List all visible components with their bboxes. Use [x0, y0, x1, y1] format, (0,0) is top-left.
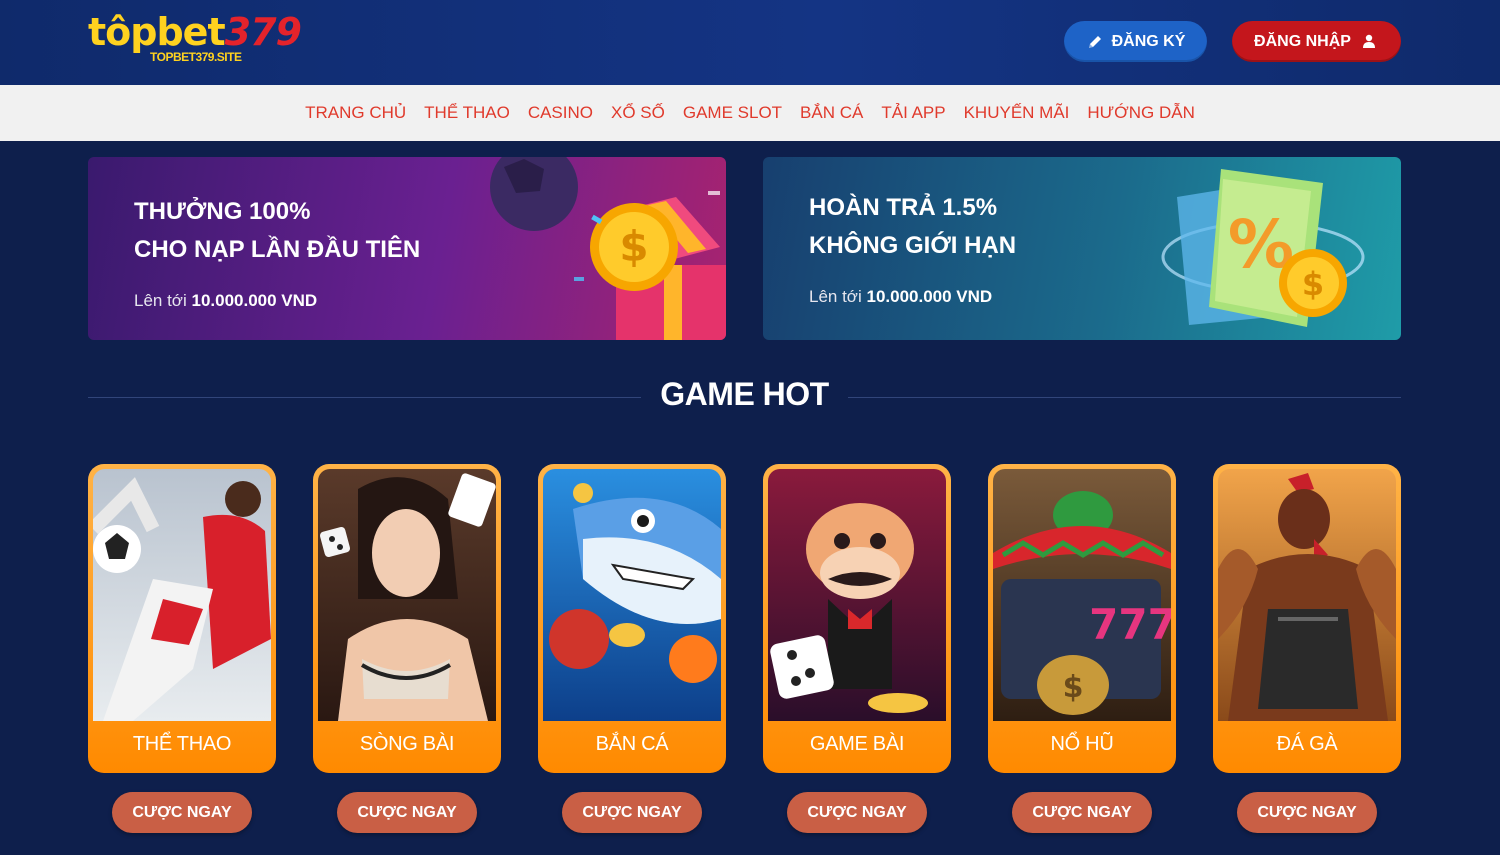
nav-item-sports[interactable]: THỂ THAO [415, 85, 519, 141]
banner-title: THƯỞNG 100% CHO NẠP LẦN ĐẦU TIÊN [134, 198, 421, 263]
bet-now-button[interactable]: CƯỢC NGAY [337, 792, 477, 833]
nav-item-home[interactable]: TRANG CHỦ [296, 85, 415, 141]
section-divider-left [88, 397, 641, 398]
section-divider-right [848, 397, 1401, 398]
sports-thumbnail [93, 469, 271, 721]
game-card-fishing[interactable]: BẮN CÁ [538, 464, 726, 773]
header: tôpbet379 TOPBET379.SITE ĐĂNG KÝ ĐĂNG NH… [0, 0, 1500, 85]
promo-banner-cashback[interactable]: HOÀN TRẢ 1.5% KHÔNG GIỚI HẠN Lên tới 10.… [763, 157, 1401, 340]
bet-now-button[interactable]: CƯỢC NGAY [562, 792, 702, 833]
svg-text:$: $ [1302, 265, 1324, 303]
svg-text:$: $ [619, 222, 648, 271]
game-card-label: NỔ HŨ [1050, 733, 1114, 755]
game-card-label: BẮN CÁ [595, 733, 669, 755]
login-label: ĐĂNG NHẬP [1254, 32, 1351, 50]
gift-box-coin-illustration: $ [490, 157, 726, 340]
nav-item-lottery[interactable]: XỔ SỐ [602, 85, 674, 141]
ticket-coin-illustration: % $ [1161, 169, 1365, 327]
game-card-casino[interactable]: SÒNG BÀI [313, 464, 501, 773]
cockfight-thumbnail [1218, 469, 1396, 721]
pencil-icon [1086, 33, 1104, 51]
banner-subtitle: Lên tới 10.000.000 VND [134, 291, 318, 310]
nav-item-download-app[interactable]: TẢI APP [872, 85, 954, 141]
user-icon [1361, 33, 1379, 51]
logo-wordmark: tôpbet379 [88, 10, 302, 54]
banner-subtitle: Lên tới 10.000.000 VND [809, 287, 993, 306]
svg-text:$: $ [1063, 670, 1084, 705]
game-card-card-games[interactable]: GAME BÀI [763, 464, 951, 773]
svg-text:777: 777 [1089, 600, 1171, 649]
register-label: ĐĂNG KÝ [1111, 32, 1186, 50]
logo-subtitle: TOPBET379.SITE [150, 50, 242, 64]
site-logo[interactable]: tôpbet379 TOPBET379.SITE [88, 8, 302, 68]
main-nav: TRANG CHỦ THỂ THAO CASINO XỔ SỐ GAME SLO… [0, 85, 1500, 141]
nav-item-guide[interactable]: HƯỚNG DẪN [1078, 85, 1204, 141]
nav-item-casino[interactable]: CASINO [519, 85, 602, 141]
game-card-label: SÒNG BÀI [359, 733, 455, 755]
casino-thumbnail [318, 469, 496, 721]
game-card-label: ĐÁ GÀ [1276, 733, 1338, 755]
bet-now-button[interactable]: CƯỢC NGAY [787, 792, 927, 833]
nav-item-promotions[interactable]: KHUYẾN MÃI [955, 85, 1079, 141]
register-button[interactable]: ĐĂNG KÝ [1064, 21, 1207, 62]
nav-item-fishing[interactable]: BẮN CÁ [791, 85, 872, 141]
game-card-cockfight[interactable]: ĐÁ GÀ [1213, 464, 1401, 773]
card-games-thumbnail [768, 469, 946, 721]
game-card-jackpot[interactable]: 777 $ NỔ HŨ [988, 464, 1176, 773]
game-card-label: THỂ THAO [132, 733, 232, 755]
bet-now-button[interactable]: CƯỢC NGAY [1012, 792, 1152, 833]
promo-banner-first-deposit[interactable]: THƯỞNG 100% CHO NẠP LẦN ĐẦU TIÊN Lên tới… [88, 157, 726, 340]
jackpot-thumbnail: 777 $ [993, 469, 1171, 721]
login-button[interactable]: ĐĂNG NHẬP [1232, 21, 1401, 62]
section-title: GAME HOT [660, 376, 829, 412]
bet-now-button[interactable]: CƯỢC NGAY [1237, 792, 1377, 833]
game-card-sports[interactable]: THỂ THAO [88, 464, 276, 773]
fishing-thumbnail [543, 469, 721, 721]
nav-item-game-slot[interactable]: GAME SLOT [674, 85, 791, 141]
game-card-label: GAME BÀI [809, 733, 905, 755]
banner-title: HOÀN TRẢ 1.5% KHÔNG GIỚI HẠN [809, 194, 1017, 259]
bet-now-button[interactable]: CƯỢC NGAY [112, 792, 252, 833]
